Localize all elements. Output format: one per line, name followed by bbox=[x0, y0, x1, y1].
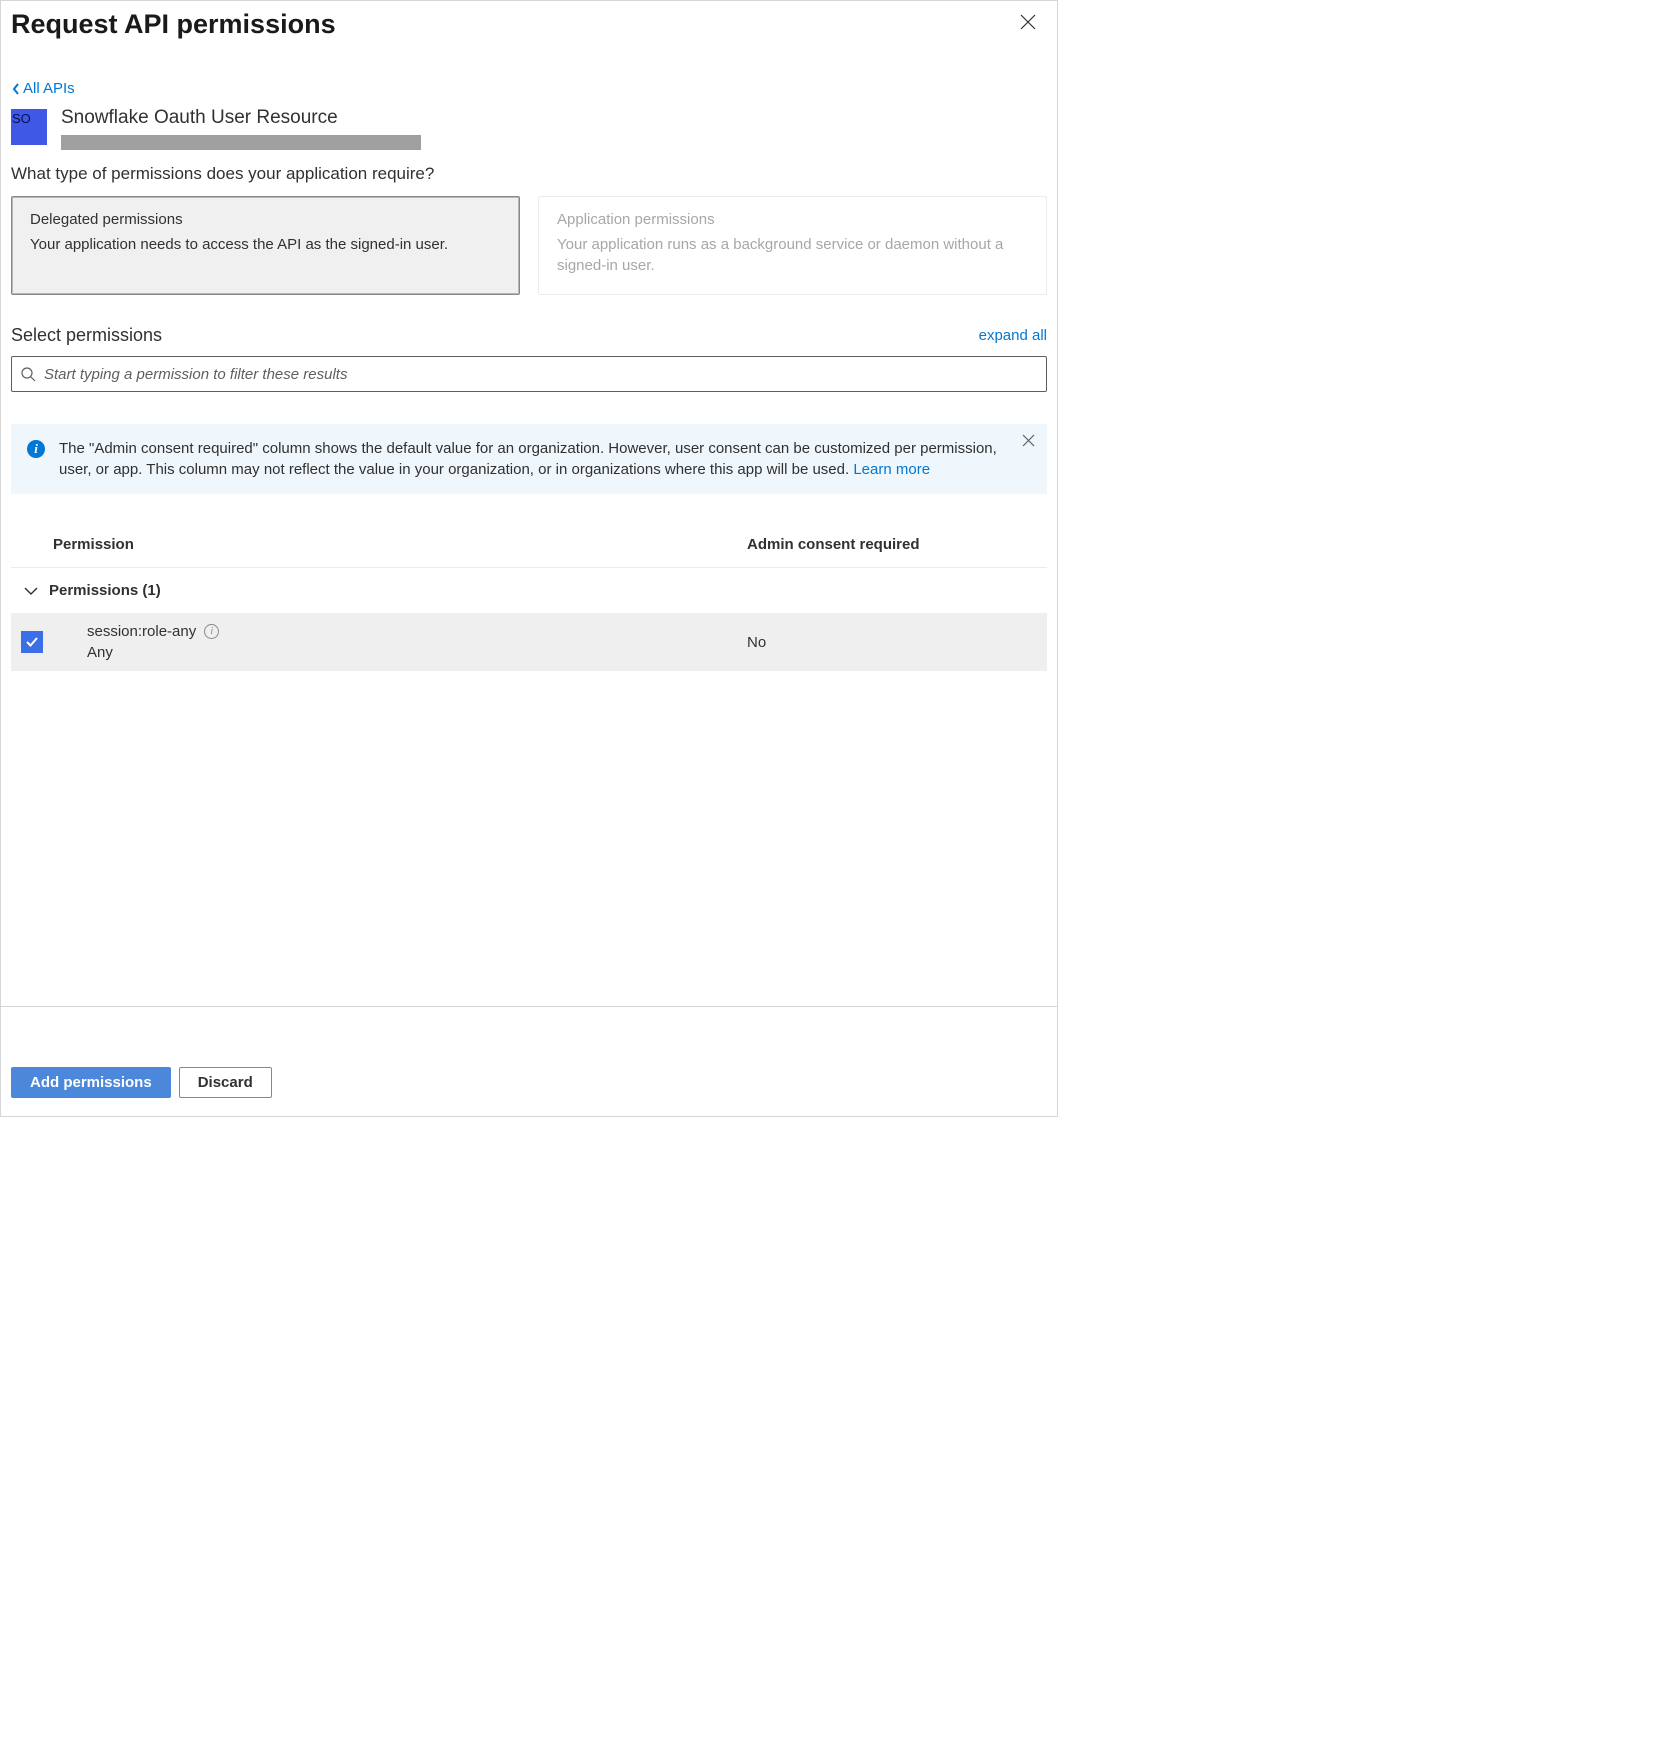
resource-avatar: SO bbox=[11, 109, 47, 145]
chevron-down-icon bbox=[23, 585, 39, 597]
permission-detail: session:role-any i Any bbox=[87, 623, 747, 661]
back-link-label: All APIs bbox=[23, 80, 75, 97]
delegated-permissions-card[interactable]: Delegated permissions Your application n… bbox=[11, 196, 520, 295]
resource-info: Snowflake Oauth User Resource bbox=[61, 109, 421, 150]
application-permissions-card[interactable]: Application permissions Your application… bbox=[538, 196, 1047, 295]
panel-content: All APIs SO Snowflake Oauth User Resourc… bbox=[1, 46, 1057, 1006]
permissions-group-toggle[interactable]: Permissions (1) bbox=[11, 568, 1047, 613]
permission-name: session:role-any bbox=[87, 623, 196, 640]
permission-search-box[interactable] bbox=[11, 356, 1047, 392]
application-desc: Your application runs as a background se… bbox=[557, 234, 1028, 276]
resource-id-redacted bbox=[61, 135, 421, 150]
permission-consent-value: No bbox=[747, 634, 1047, 651]
panel-title: Request API permissions bbox=[11, 9, 336, 40]
delegated-title: Delegated permissions bbox=[30, 211, 501, 228]
application-title: Application permissions bbox=[557, 211, 1028, 228]
close-button[interactable] bbox=[1015, 9, 1041, 38]
search-icon bbox=[20, 366, 36, 382]
add-permissions-button[interactable]: Add permissions bbox=[11, 1067, 171, 1098]
permission-description: Any bbox=[87, 644, 747, 661]
info-text: The "Admin consent required" column show… bbox=[59, 438, 1007, 480]
permission-checkbox[interactable] bbox=[21, 631, 43, 653]
info-tooltip-icon[interactable]: i bbox=[204, 624, 219, 639]
panel-footer: Add permissions Discard bbox=[1, 1006, 1057, 1116]
info-icon: i bbox=[27, 440, 45, 458]
close-icon bbox=[1022, 434, 1035, 447]
delegated-desc: Your application needs to access the API… bbox=[30, 234, 501, 255]
info-dismiss-button[interactable] bbox=[1022, 434, 1035, 450]
permissions-group-label: Permissions (1) bbox=[49, 582, 161, 599]
panel-header: Request API permissions bbox=[1, 1, 1057, 46]
expand-all-link[interactable]: expand all bbox=[979, 327, 1047, 344]
permission-type-selector: Delegated permissions Your application n… bbox=[11, 196, 1047, 295]
permission-row: session:role-any i Any No bbox=[11, 613, 1047, 671]
learn-more-link[interactable]: Learn more bbox=[853, 461, 930, 478]
request-permissions-panel: Request API permissions All APIs SO Snow… bbox=[0, 0, 1058, 1117]
permission-question: What type of permissions does your appli… bbox=[11, 164, 1047, 184]
close-icon bbox=[1019, 13, 1037, 31]
permission-search-input[interactable] bbox=[44, 366, 1038, 383]
back-link[interactable]: All APIs bbox=[11, 80, 75, 97]
discard-button[interactable]: Discard bbox=[179, 1067, 272, 1098]
select-permissions-heading: Select permissions bbox=[11, 325, 162, 346]
resource-row: SO Snowflake Oauth User Resource bbox=[11, 109, 1047, 150]
checkmark-icon bbox=[25, 636, 39, 648]
col-permission: Permission bbox=[53, 536, 747, 553]
chevron-left-icon bbox=[11, 83, 21, 95]
info-message: i The "Admin consent required" column sh… bbox=[11, 424, 1047, 494]
resource-name: Snowflake Oauth User Resource bbox=[61, 107, 421, 129]
permissions-table-header: Permission Admin consent required bbox=[11, 526, 1047, 568]
select-permissions-header: Select permissions expand all bbox=[11, 325, 1047, 346]
col-consent: Admin consent required bbox=[747, 536, 1047, 553]
